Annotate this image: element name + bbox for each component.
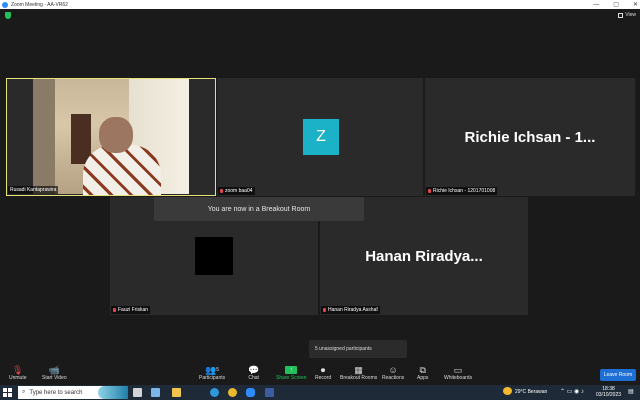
unassigned-participants-popup[interactable]: 5 unassigned participants — [309, 340, 407, 358]
record-icon: ⏺ — [320, 364, 326, 375]
system-tray-icons[interactable]: ⌃ ▭ ◉ ♪ — [560, 388, 584, 395]
window-titlebar: Zoom Meeting - AA-VR62 — ▢ ✕ — [0, 0, 640, 9]
record-button[interactable]: ⏺ Record — [315, 364, 331, 382]
zoom-logo-icon — [2, 1, 8, 8]
participant-name-label: zoom baa04 — [218, 187, 255, 195]
notification-icon[interactable]: ▤ — [628, 388, 634, 395]
share-screen-button[interactable]: ↑ Share Screen — [276, 365, 307, 381]
chat-icon: 💬 — [248, 364, 260, 375]
whiteboard-icon: ▭ — [453, 364, 463, 375]
leave-room-button[interactable]: Leave Room — [600, 369, 636, 381]
microphone-muted-icon: 🎙 — [12, 364, 24, 375]
weather-temperature[interactable]: 29°C Berawan — [515, 389, 547, 395]
start-video-button[interactable]: 📹 Start Video — [42, 364, 67, 382]
chat-button[interactable]: 💬 Chat — [248, 364, 260, 382]
breakout-rooms-button[interactable]: ▦ Breakout Rooms — [340, 364, 377, 382]
participant-tile-rusadi[interactable]: Rusadi Kantaprawira — [6, 78, 216, 196]
app-icon[interactable] — [265, 388, 274, 397]
grid-icon — [618, 12, 624, 18]
mic-muted-icon — [220, 189, 223, 193]
window-title: Zoom Meeting - AA-VR62 — [11, 1, 68, 8]
share-screen-icon: ↑ — [285, 366, 298, 374]
clock[interactable]: 18:38 03/10/2023 — [596, 386, 621, 398]
file-explorer-icon[interactable] — [172, 388, 181, 397]
widgets-icon[interactable] — [151, 388, 160, 397]
participant-profile-picture — [195, 237, 233, 275]
view-label: View — [625, 12, 636, 18]
reactions-icon: ☺ — [388, 365, 398, 375]
breakout-room-notification: You are now in a Breakout Room — [154, 197, 364, 221]
search-placeholder: Type here to search — [29, 389, 83, 396]
meeting-topbar — [0, 9, 640, 23]
zoom-app-icon[interactable] — [246, 388, 255, 397]
video-off-icon: 📹 — [48, 364, 60, 375]
participant-name-label: Fauzi Friskan — [111, 306, 151, 314]
task-view-icon[interactable] — [133, 388, 142, 397]
weather-icon[interactable] — [503, 387, 512, 395]
reactions-button[interactable]: ☺ Reactions — [382, 365, 404, 381]
unmute-button[interactable]: 🎙 Unmute — [9, 364, 27, 382]
whiteboards-button[interactable]: ▭ Whiteboards — [444, 364, 472, 382]
security-shield-icon[interactable] — [5, 12, 11, 19]
close-button[interactable]: ✕ — [633, 1, 638, 8]
search-icon: ⌕ — [22, 389, 26, 395]
participant-name-label: Hanan Riradya Asshaf — [321, 306, 380, 314]
apps-icon: ⧉ — [419, 364, 426, 375]
participant-tile-zoom-baa04[interactable]: Z zoom baa04 — [217, 78, 423, 196]
participant-video — [33, 79, 189, 195]
taskbar-search-box[interactable]: ⌕ Type here to search — [18, 386, 128, 399]
windows-start-icon[interactable] — [3, 388, 12, 397]
maximize-button[interactable]: ▢ — [613, 1, 619, 8]
edge-icon[interactable] — [210, 388, 219, 397]
participant-name-label: Rusadi Kantaprawira — [8, 186, 59, 194]
search-highlight-icon — [98, 386, 128, 399]
apps-button[interactable]: ⧉ Apps — [417, 364, 428, 382]
chrome-icon[interactable] — [228, 388, 237, 397]
minimize-button[interactable]: — — [593, 2, 599, 8]
mic-muted-icon — [323, 308, 326, 312]
breakout-rooms-icon: ▦ — [354, 364, 363, 375]
mic-muted-icon — [113, 308, 116, 312]
participant-tile-richie[interactable]: Richie Ichsan - 1... Richie Ichsan - 120… — [425, 78, 635, 196]
participant-display-name: Hanan Riradya... — [365, 248, 483, 265]
view-button[interactable]: View — [618, 12, 636, 18]
participant-display-name: Richie Ichsan - 1... — [464, 129, 596, 146]
mic-muted-icon — [428, 189, 431, 193]
participants-icon: 👥 5 — [205, 364, 220, 375]
participant-name-label: Richie Ichsan - 1201701008 — [426, 187, 498, 195]
avatar: Z — [303, 119, 339, 155]
participants-button[interactable]: 👥 5 Participants — [199, 364, 225, 382]
